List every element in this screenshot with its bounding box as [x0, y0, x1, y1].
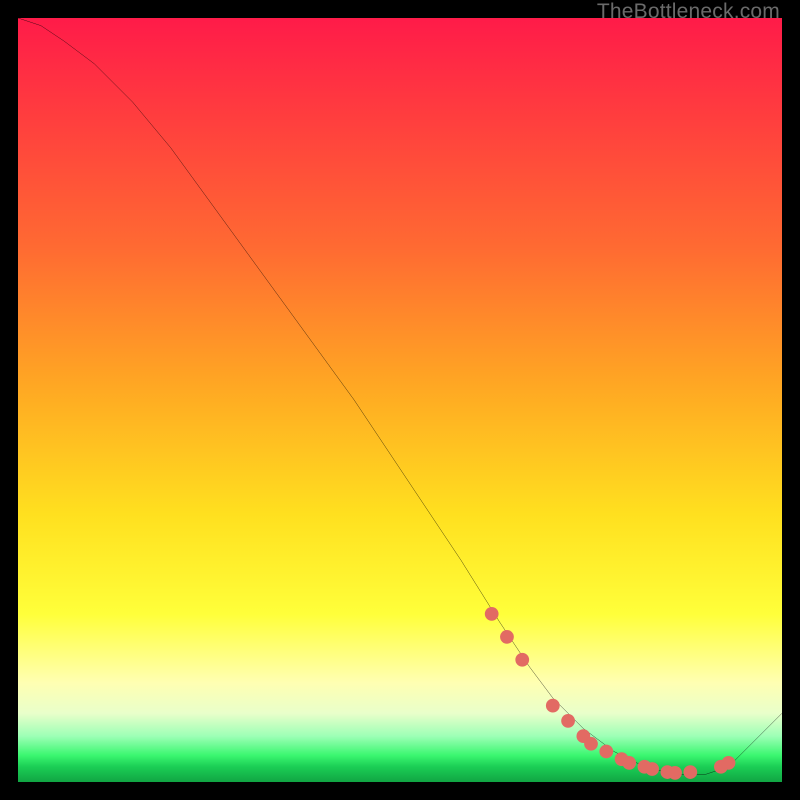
curve-marker — [668, 766, 682, 780]
curve-layer — [18, 18, 782, 782]
curve-markers — [485, 607, 736, 780]
curve-marker — [599, 745, 613, 759]
curve-marker — [722, 756, 736, 770]
plot-area — [18, 18, 782, 782]
watermark-text: TheBottleneck.com — [597, 0, 780, 24]
curve-marker — [645, 762, 659, 776]
curve-marker — [622, 756, 636, 770]
curve-marker — [546, 699, 560, 713]
curve-group — [18, 18, 782, 774]
curve-marker — [683, 765, 697, 779]
bottleneck-curve — [18, 18, 782, 774]
curve-marker — [515, 653, 529, 667]
chart-stage: TheBottleneck.com — [0, 0, 800, 800]
curve-marker — [485, 607, 499, 621]
curve-marker — [561, 714, 575, 728]
curve-marker — [584, 737, 598, 751]
curve-marker — [500, 630, 514, 644]
